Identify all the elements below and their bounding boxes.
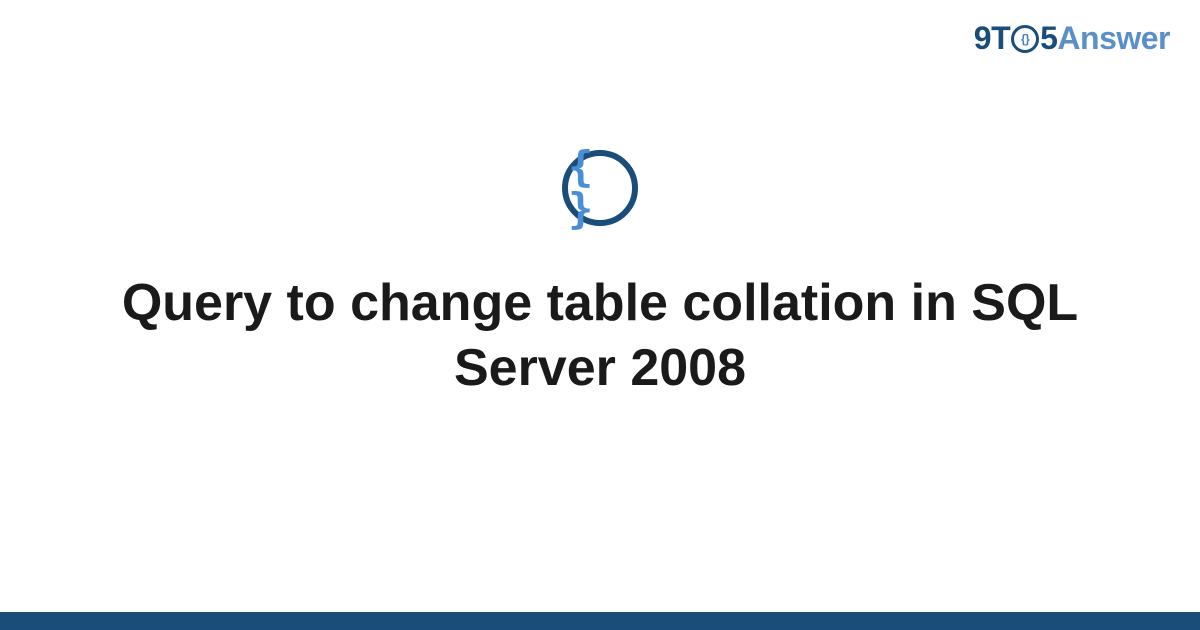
footer-bar (0, 612, 1200, 630)
page-title: Query to change table collation in SQL S… (100, 271, 1100, 401)
icon-container: { } (562, 150, 638, 226)
main-content: { } Query to change table collation in S… (0, 0, 1200, 630)
code-braces-icon: { } (562, 150, 638, 226)
braces-glyph: { } (568, 146, 632, 230)
